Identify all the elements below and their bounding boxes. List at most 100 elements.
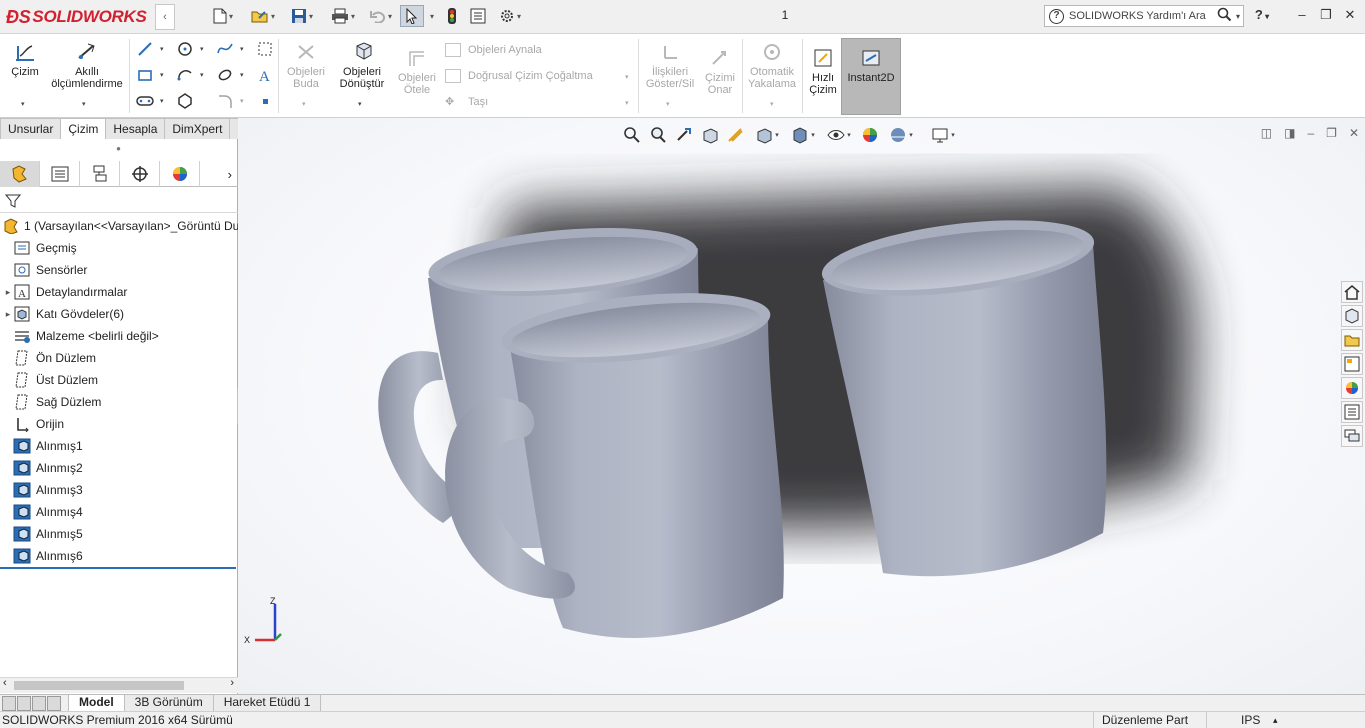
first-tab-button[interactable] (2, 696, 16, 711)
rapid-sketch-button[interactable]: Hızlı Çizim (805, 47, 841, 96)
feature-manager-tab[interactable] (0, 161, 40, 187)
tabs-scroll-right[interactable]: › (200, 161, 238, 187)
dimxpert-manager-tab[interactable] (120, 161, 160, 187)
apply-scene-button[interactable]: ▾ (883, 124, 919, 146)
undo-button[interactable]: ▾ (364, 5, 398, 27)
previous-view-button[interactable] (671, 124, 697, 146)
restore-button[interactable]: ❐ (1316, 7, 1336, 25)
smart-dim-dropdown[interactable]: ▾ (82, 100, 86, 108)
rollback-bar[interactable] (0, 567, 236, 569)
ellipse-tool[interactable] (216, 66, 234, 84)
print-button[interactable]: ▾ (324, 5, 362, 27)
spline-dropdown[interactable]: ▾ (240, 45, 244, 53)
repair-sketch-button[interactable]: Çizimi Onar (700, 47, 740, 96)
polygon-tool[interactable] (176, 92, 194, 110)
convert-entities-button[interactable]: Objeleri Dönüştür (332, 41, 392, 90)
next-tab-button[interactable] (32, 696, 46, 711)
model-view-tab[interactable]: Hareket Etüdü 1 (212, 695, 322, 712)
tree-filter[interactable] (0, 189, 238, 213)
tree-item[interactable]: Alınmış1 (0, 435, 238, 457)
property-manager-tab[interactable] (40, 161, 80, 187)
graphics-area[interactable]: ▾ ▾ ▾ ▾ ▾ ◫ ◨ – ❐ ✕ Z X (238, 118, 1365, 694)
tree-item[interactable]: Ön Düzlem (0, 347, 238, 369)
collapse-menu-button[interactable]: ‹ (155, 4, 175, 30)
convert-dropdown[interactable]: ▾ (358, 100, 362, 108)
help-search-input[interactable]: SOLIDWORKS Yardım'ı Ara (1069, 10, 1206, 22)
save-button[interactable]: ▾ (284, 5, 320, 27)
slot-dropdown[interactable]: ▾ (160, 97, 164, 105)
rectangle-tool[interactable] (136, 66, 154, 84)
zoom-to-fit-button[interactable] (619, 124, 645, 146)
help-search-box[interactable]: ? SOLIDWORKS Yardım'ı Ara ▾ (1044, 5, 1244, 27)
search-icon[interactable] (1217, 7, 1232, 26)
tree-item[interactable]: Sensörler (0, 259, 238, 281)
scroll-right-arrow[interactable]: › (230, 677, 234, 689)
new-document-button[interactable]: ▾ (206, 5, 240, 27)
offset-entities-button[interactable]: Objeleri Ötele (394, 47, 440, 96)
relations-dropdown[interactable]: ▾ (666, 100, 670, 108)
line-tool[interactable] (136, 40, 154, 58)
point-tool[interactable] (256, 92, 274, 110)
smart-dimension-button[interactable]: Akıllı ölçümlendirme (46, 41, 128, 90)
zoom-to-area-button[interactable] (645, 124, 671, 146)
expand-arrow-icon[interactable]: ▸ (3, 309, 13, 320)
quick-snaps-button[interactable]: Otomatik Yakalama (745, 41, 799, 90)
viewport-tile-right-icon[interactable]: ◨ (1284, 126, 1295, 140)
tree-item[interactable]: Alınmış6 (0, 545, 238, 567)
configuration-manager-tab[interactable] (80, 161, 120, 187)
units-dropdown-icon[interactable]: ▴ (1273, 712, 1278, 728)
display-style-button[interactable]: ▾ (785, 124, 821, 146)
tree-item[interactable]: Sağ Düzlem (0, 391, 238, 413)
command-tab[interactable]: DimXpert (164, 118, 231, 139)
tree-item[interactable]: Geçmiş (0, 237, 238, 259)
line-dropdown[interactable]: ▾ (160, 45, 164, 53)
model-view-tab[interactable]: Model (68, 695, 125, 712)
filter-icon[interactable] (5, 193, 21, 209)
instant2d-button[interactable]: Instant2D (841, 38, 901, 115)
pane-splitter[interactable]: ● (0, 139, 237, 159)
fillet-dropdown[interactable]: ▾ (240, 97, 244, 105)
viewport-close-icon[interactable]: ✕ (1349, 126, 1359, 140)
snap-dropdown[interactable]: ▾ (770, 100, 774, 108)
trim-dropdown[interactable]: ▾ (302, 100, 306, 108)
tree-item[interactable]: Malzeme <belirli değil> (0, 325, 238, 347)
linear-pattern-dropdown[interactable]: ▾ (625, 73, 629, 81)
move-entities-button[interactable]: ✥ Taşı (445, 95, 488, 109)
text-tool[interactable]: A (256, 66, 274, 84)
circle-dropdown[interactable]: ▾ (200, 45, 204, 53)
last-tab-button[interactable] (47, 696, 61, 711)
slot-straight-tool[interactable] (136, 92, 154, 110)
forum-tab[interactable] (1341, 425, 1363, 447)
view-settings-button[interactable]: ▾ (925, 124, 961, 146)
appearances-tab[interactable] (1341, 377, 1363, 399)
tree-item[interactable]: Alınmış3 (0, 479, 238, 501)
tree-item[interactable]: Orijin (0, 413, 238, 435)
command-tab[interactable]: Unsurlar (0, 118, 62, 139)
expand-arrow-icon[interactable]: ▸ (3, 287, 13, 298)
file-properties-button[interactable] (467, 5, 489, 27)
tree-item[interactable]: Alınmış5 (0, 523, 238, 545)
tree-item[interactable]: ▸ Katı Gövdeler(6) (0, 303, 238, 325)
prev-tab-button[interactable] (17, 696, 31, 711)
linear-pattern-button[interactable]: Doğrusal Çizim Çoğaltma (445, 69, 593, 83)
design-library-tab[interactable] (1341, 305, 1363, 327)
tree-item[interactable]: Üst Düzlem (0, 369, 238, 391)
command-tab[interactable]: Çizim (60, 118, 107, 139)
command-tab[interactable]: Hesapla (105, 118, 166, 139)
viewport-restore-icon[interactable]: ❐ (1326, 126, 1337, 140)
rectangle-dropdown[interactable]: ▾ (160, 71, 164, 79)
sketch-chamfer-tool[interactable] (256, 40, 274, 58)
viewport-minimize-icon[interactable]: – (1307, 126, 1314, 140)
spline-tool[interactable] (216, 40, 234, 58)
tree-root-part[interactable]: 1 (Varsayılan<<Varsayılan>_Görüntü Du (0, 215, 238, 237)
model-view-tab[interactable]: 3B Görünüm (123, 695, 214, 712)
tree-item[interactable]: Alınmış4 (0, 501, 238, 523)
help-menu-button[interactable]: ? ▾ (1252, 7, 1272, 25)
custom-properties-tab[interactable] (1341, 401, 1363, 423)
search-dropdown-icon[interactable]: ▾ (1236, 12, 1240, 21)
display-relations-button[interactable]: İlişkileri Göster/Sil (643, 41, 697, 90)
file-explorer-tab[interactable] (1341, 329, 1363, 351)
circle-tool[interactable] (176, 40, 194, 58)
mirror-entities-button[interactable]: Objeleri Aynala (445, 43, 542, 57)
arc-dropdown[interactable]: ▾ (200, 71, 204, 79)
